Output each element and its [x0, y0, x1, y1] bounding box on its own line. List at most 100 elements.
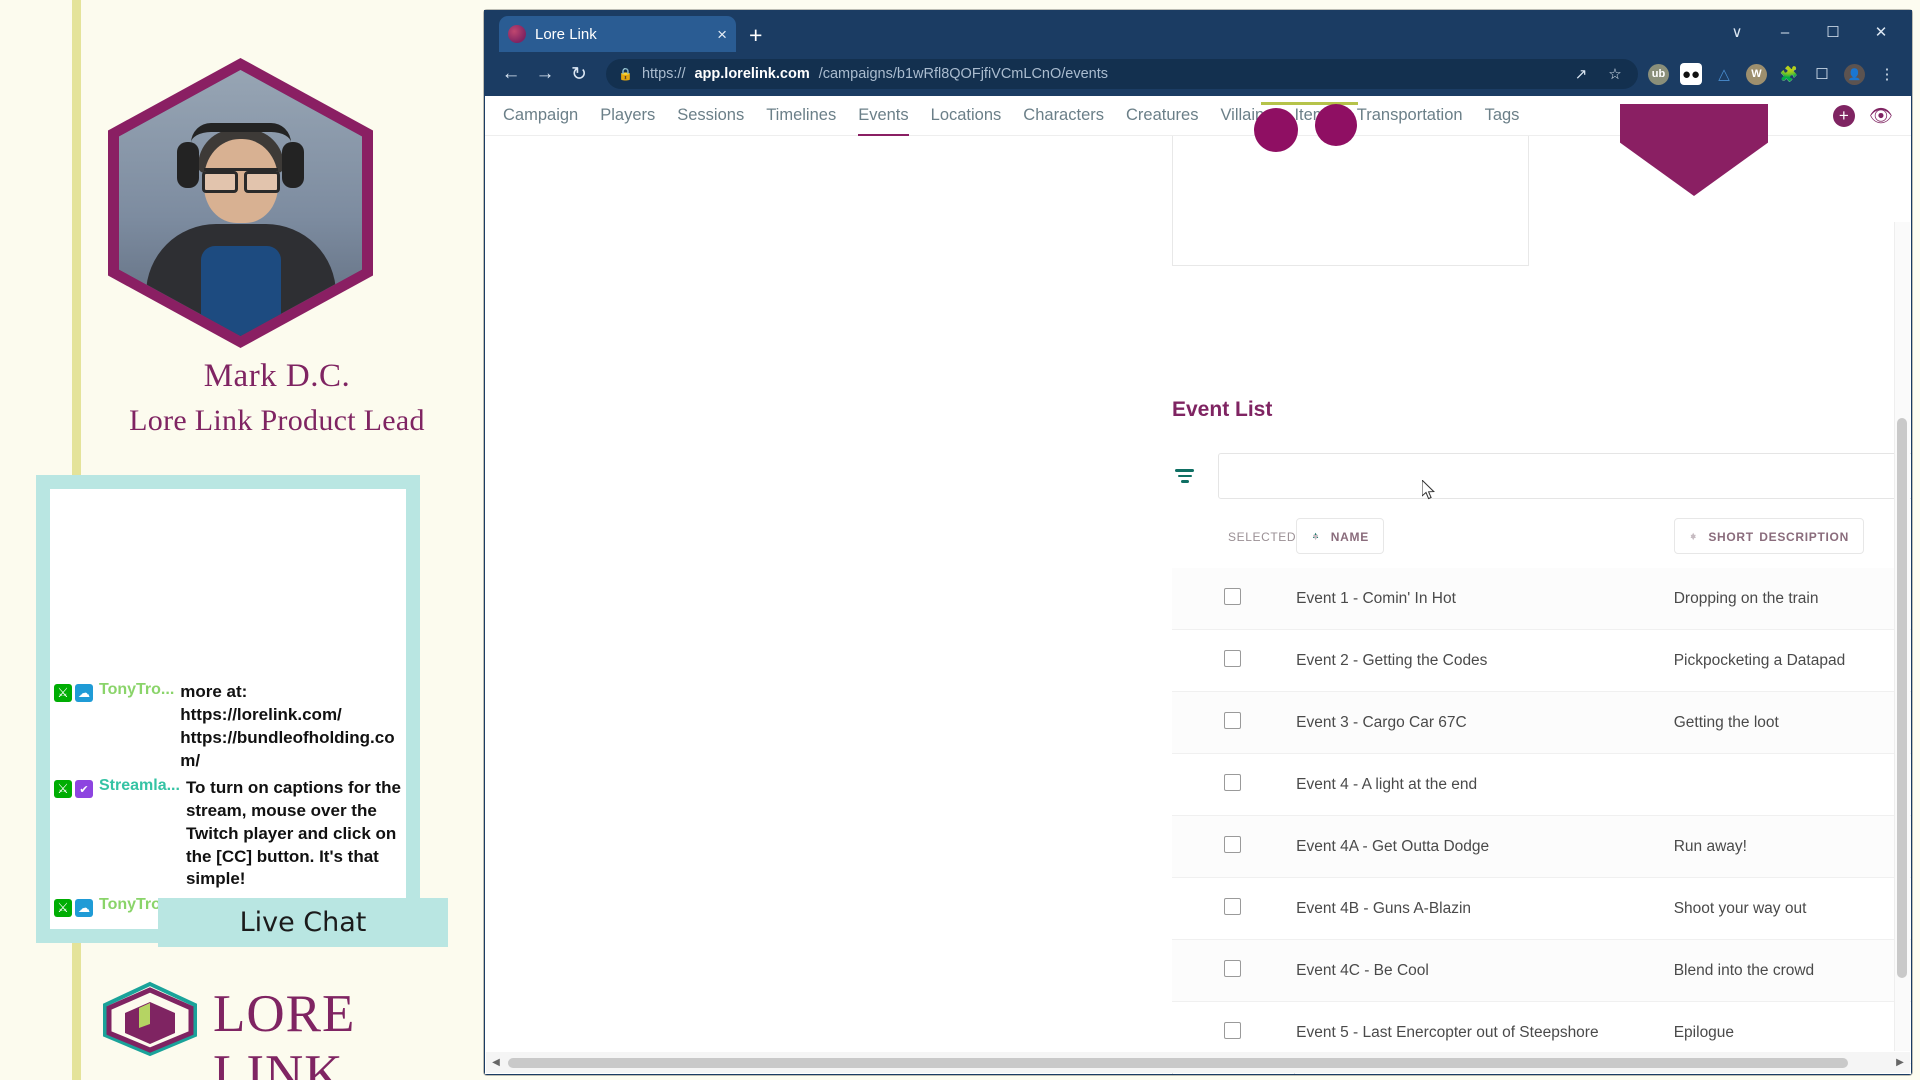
- horizontal-scrollbar-thumb[interactable]: [508, 1057, 1848, 1068]
- mouse-cursor: [1422, 480, 1435, 500]
- nav-item-sessions[interactable]: Sessions: [677, 106, 744, 125]
- eye-icon[interactable]: 👁: [1869, 104, 1893, 128]
- tab-lore-link[interactable]: Lore Link ×: [499, 16, 736, 52]
- subscriber-badge-icon: [75, 684, 93, 703]
- events-table: Selected ▲ ▼ Name: [1172, 518, 1911, 1064]
- nav-item-players[interactable]: Players: [600, 106, 655, 125]
- logo-lore-text: LORE: [213, 985, 356, 1043]
- table-header-row: Selected ▲ ▼ Name: [1172, 518, 1911, 568]
- chat-message-list[interactable]: TonyTro... more at: https://lorelink.com…: [50, 680, 406, 923]
- table-row[interactable]: Event 3 - Cargo Car 67C Getting the loot…: [1172, 691, 1911, 754]
- moderator-badge-icon: [54, 780, 72, 799]
- puzzle-extension-icon[interactable]: 🧩: [1778, 63, 1800, 85]
- nav-item-campaign[interactable]: Campaign: [503, 106, 578, 125]
- vertical-scrollbar[interactable]: [1894, 222, 1910, 1051]
- row-checkbox[interactable]: [1224, 959, 1241, 977]
- graphic-chevron: [1620, 104, 1768, 196]
- honey-extension-icon[interactable]: ●●: [1680, 63, 1702, 85]
- new-tab-button[interactable]: +: [749, 24, 762, 47]
- list-item: Streamla... To turn on captions for the …: [54, 776, 402, 895]
- share-icon[interactable]: ↗: [1570, 63, 1592, 85]
- logo-link-text: LINK: [213, 1045, 344, 1080]
- sort-icon: ▲ ▼: [1688, 530, 1699, 542]
- table-row[interactable]: Event 4A - Get Outta Dodge Run away! Act…: [1172, 815, 1911, 878]
- lore-link-mark-icon: [103, 981, 197, 1057]
- row-checkbox[interactable]: [1224, 773, 1241, 791]
- table-row[interactable]: Event 1 - Comin' In Hot Dropping on the …: [1172, 568, 1911, 630]
- maximize-button[interactable]: ☐: [1810, 16, 1856, 48]
- filter-row: [1172, 452, 1911, 500]
- streamer-name: Mark D.C.: [203, 358, 351, 394]
- browser-toolbar: ← → ↻ 🔒 https:// app.lorelink.com/campaig…: [484, 52, 1912, 96]
- chat-username[interactable]: TonyTro...: [93, 681, 180, 699]
- nav-item-tags[interactable]: Tags: [1485, 106, 1520, 125]
- ublock-extension-icon[interactable]: ub: [1648, 63, 1669, 85]
- nav-item-characters[interactable]: Characters: [1023, 106, 1104, 125]
- moderator-badge-icon: [54, 684, 72, 703]
- picture-in-picture-icon[interactable]: ☐: [1811, 63, 1833, 85]
- vertical-scrollbar-thumb[interactable]: [1897, 418, 1907, 978]
- chat-text: more at: https://lorelink.com/ https://b…: [180, 682, 395, 770]
- extensions-row: ub ●● △ W 🧩 ☐ 👤 ⋮: [1648, 63, 1902, 85]
- cell-description: Blend into the crowd: [1673, 939, 1911, 1002]
- screen-root: Mark D.C. Lore Link Product Lead TonyTro…: [0, 0, 1920, 1080]
- address-bar[interactable]: 🔒 https:// app.lorelink.com/campaigns/b1w…: [606, 59, 1638, 89]
- row-checkbox[interactable]: [1224, 897, 1241, 915]
- close-window-button[interactable]: ✕: [1858, 16, 1904, 48]
- list-item: TonyTro... more at: https://lorelink.com…: [54, 680, 402, 776]
- page-content: Event List Selected: [485, 102, 1911, 1074]
- drive-extension-icon[interactable]: △: [1713, 63, 1735, 85]
- row-checkbox[interactable]: [1224, 587, 1241, 605]
- chat-username[interactable]: Streamla...: [93, 777, 186, 795]
- table-row[interactable]: Event 4 - A light at the end Active: [1172, 753, 1911, 816]
- nav-item-transportation[interactable]: Transportation: [1357, 106, 1463, 125]
- url-domain: app.lorelink.com: [694, 66, 810, 82]
- nav-item-creatures[interactable]: Creatures: [1126, 106, 1198, 125]
- close-icon[interactable]: ×: [717, 26, 727, 43]
- horizontal-scrollbar[interactable]: ◀ ▶: [486, 1052, 1910, 1073]
- chat-text: To turn on captions for the stream, mous…: [185, 778, 401, 889]
- column-header-short-description[interactable]: ▲ ▼ Short Description: [1673, 518, 1864, 554]
- browser-window: Lore Link × + ∨ – ☐ ✕ ← → ↻ 🔒 https:// ap…: [484, 10, 1912, 1075]
- row-checkbox[interactable]: [1224, 649, 1241, 667]
- cell-description: Shoot your way out: [1673, 877, 1911, 940]
- cell-description: [1673, 753, 1911, 816]
- reload-icon[interactable]: ↻: [562, 57, 596, 91]
- subscriber-badge-icon: [75, 899, 93, 918]
- table-row[interactable]: Event 4C - Be Cool Blend into the crowd …: [1172, 939, 1911, 1002]
- url-scheme: https://: [641, 66, 686, 82]
- search-input[interactable]: [1218, 453, 1911, 499]
- column-header-name[interactable]: ▲ ▼ Name: [1296, 518, 1384, 554]
- filter-icon[interactable]: [1172, 469, 1206, 483]
- favicon-icon: [508, 25, 526, 43]
- add-icon[interactable]: +: [1832, 104, 1855, 127]
- stream-overlay-panel: Mark D.C. Lore Link Product Lead TonyTro…: [0, 0, 480, 1080]
- avatar-icon[interactable]: 👤: [1844, 63, 1865, 85]
- nav-item-locations[interactable]: Locations: [931, 106, 1002, 125]
- scroll-left-icon[interactable]: ◀: [486, 1057, 506, 1068]
- row-checkbox[interactable]: [1224, 835, 1241, 853]
- forward-icon[interactable]: →: [528, 57, 562, 91]
- table-row[interactable]: Event 4B - Guns A-Blazin Shoot your way …: [1172, 877, 1911, 940]
- nav-item-events[interactable]: Events: [858, 106, 910, 136]
- minimize-button[interactable]: –: [1762, 16, 1808, 48]
- live-chat-panel: TonyTro... more at: https://lorelink.com…: [36, 475, 420, 943]
- chat-badges: [54, 681, 93, 703]
- tab-title: Lore Link: [535, 25, 597, 43]
- nav-item-timelines[interactable]: Timelines: [766, 106, 836, 125]
- scroll-right-icon[interactable]: ▶: [1890, 1057, 1910, 1068]
- back-icon[interactable]: ←: [494, 57, 528, 91]
- row-checkbox[interactable]: [1224, 711, 1241, 729]
- url-path: /campaigns/b1wRfl8QOFjfiVCmLCnO/events: [818, 66, 1109, 82]
- row-checkbox[interactable]: [1224, 1021, 1241, 1039]
- table-row[interactable]: Event 2 - Getting the Codes Pickpocketin…: [1172, 629, 1911, 692]
- lore-link-logo: LORE LINK: [95, 980, 455, 1080]
- bookmark-star-icon[interactable]: ☆: [1604, 63, 1626, 85]
- cell-name: Event 4C - Be Cool: [1296, 939, 1674, 1002]
- browser-menu-icon[interactable]: ⋮: [1876, 63, 1898, 85]
- chevron-down-icon[interactable]: ∨: [1714, 16, 1760, 48]
- wikipedia-extension-icon[interactable]: W: [1746, 63, 1767, 85]
- cell-name: Event 4B - Guns A-Blazin: [1296, 877, 1674, 940]
- page-viewport: Campaign Players Sessions Timelines Even…: [485, 96, 1911, 1074]
- lock-icon: 🔒: [618, 67, 633, 81]
